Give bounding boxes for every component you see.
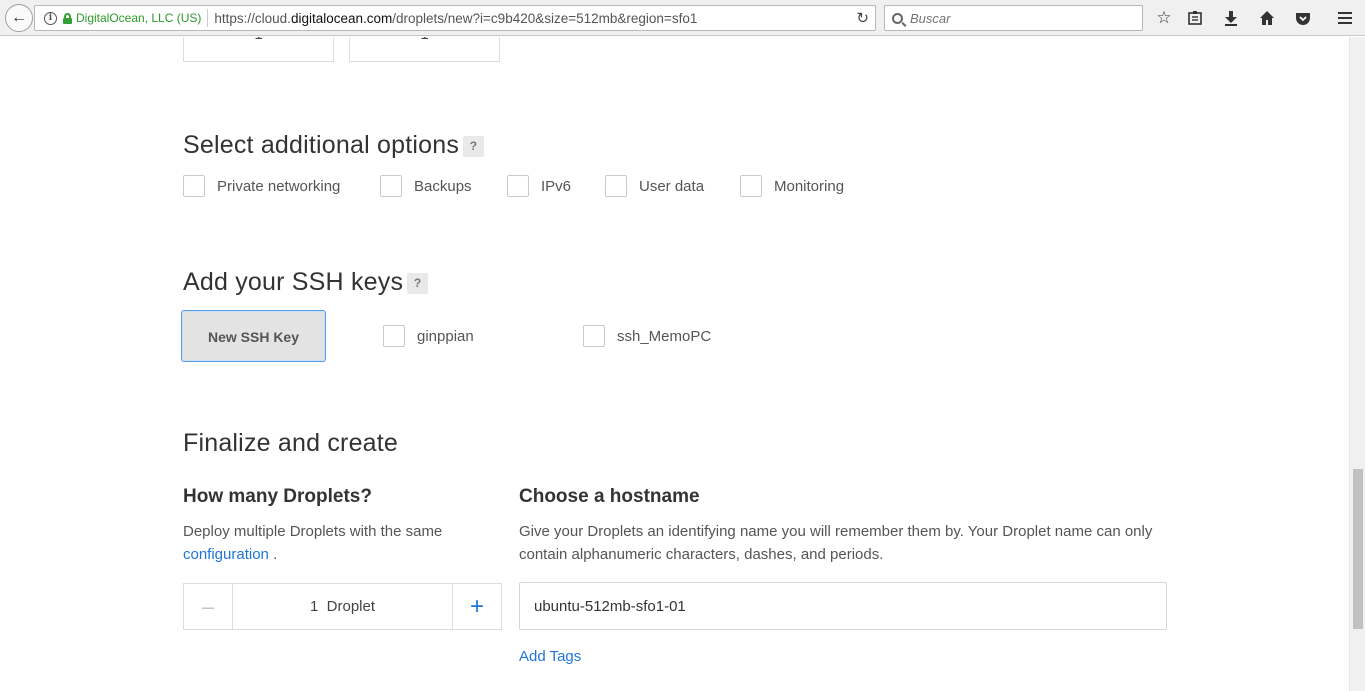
- option-label: Backups: [414, 177, 472, 195]
- checkbox[interactable]: [605, 175, 627, 197]
- reload-icon[interactable]: ↻: [856, 9, 869, 27]
- url-domain: digitalocean.com: [290, 10, 393, 26]
- browser-toolbar: ← i DigitalOcean, LLC (US) https://cloud…: [0, 0, 1365, 36]
- additional-options-title: Select additional options?: [183, 131, 485, 160]
- new-ssh-key-button[interactable]: New SSH Key: [181, 310, 326, 362]
- droplet-count-heading: How many Droplets?: [183, 486, 372, 507]
- url-suffix: /droplets/new?i=c9b420&size=512mb&region…: [392, 10, 698, 26]
- option-label: User data: [639, 177, 705, 195]
- droplet-quantity-stepper: – 1 Droplet +: [183, 583, 502, 630]
- ssh-keys-title-text: Add your SSH keys: [183, 268, 404, 296]
- option-ipv6[interactable]: IPv6: [507, 175, 571, 197]
- droplet-desc-end: .: [268, 546, 278, 563]
- url-prefix: https://cloud.: [214, 10, 291, 26]
- search-input[interactable]: [910, 10, 1130, 26]
- hostname-input[interactable]: [519, 582, 1167, 630]
- ssh-key-label: ginppian: [417, 327, 474, 345]
- ssh-key-memopc[interactable]: ssh_MemoPC: [583, 325, 711, 347]
- url-separator: [207, 9, 209, 27]
- url-bar[interactable]: i DigitalOcean, LLC (US) https://cloud.d…: [34, 5, 876, 31]
- checkbox[interactable]: [383, 325, 405, 347]
- option-monitoring[interactable]: Monitoring: [740, 175, 844, 197]
- ssh-keys-title: Add your SSH keys?: [183, 268, 429, 297]
- size-option-box[interactable]: 1: [183, 37, 334, 62]
- info-icon[interactable]: i: [44, 11, 57, 25]
- bookmark-star-icon[interactable]: ☆: [1154, 8, 1174, 28]
- option-label: Private networking: [217, 177, 341, 195]
- hostname-heading: Choose a hostname: [519, 486, 700, 507]
- hostname-description: Give your Droplets an identifying name y…: [519, 523, 1153, 563]
- home-icon[interactable]: [1257, 8, 1277, 28]
- url-text[interactable]: https://cloud.digitalocean.com/droplets/…: [214, 11, 697, 26]
- pocket-icon[interactable]: [1293, 8, 1313, 28]
- page-content: 1 1 Select additional options? Private n…: [0, 37, 1349, 691]
- back-arrow-icon[interactable]: ←: [5, 4, 33, 32]
- add-tags-link[interactable]: Add Tags: [519, 648, 581, 665]
- checkbox[interactable]: [583, 325, 605, 347]
- vertical-scrollbar[interactable]: [1349, 37, 1365, 691]
- ssh-key-ginppian[interactable]: ginppian: [383, 325, 474, 347]
- droplet-desc-text: Deploy multiple Droplets with the same: [183, 523, 443, 540]
- option-user-data[interactable]: User data: [605, 175, 704, 197]
- menu-icon[interactable]: [1335, 8, 1355, 28]
- decrement-button[interactable]: –: [184, 584, 233, 629]
- configuration-link[interactable]: configuration: [183, 546, 269, 563]
- download-icon[interactable]: [1221, 8, 1241, 28]
- lock-icon: [63, 12, 72, 24]
- option-private-networking[interactable]: Private networking: [183, 175, 340, 197]
- scrollbar-thumb[interactable]: [1353, 469, 1363, 629]
- increment-button[interactable]: +: [452, 584, 501, 629]
- droplet-count-description: Deploy multiple Droplets with the same c…: [183, 520, 483, 566]
- option-label: IPv6: [541, 177, 572, 195]
- site-identity[interactable]: DigitalOcean, LLC (US): [76, 11, 201, 25]
- option-backups[interactable]: Backups: [380, 175, 472, 197]
- help-badge[interactable]: ?: [463, 135, 485, 157]
- finalize-title: Finalize and create: [183, 429, 399, 457]
- checkbox[interactable]: [507, 175, 529, 197]
- ssh-key-label: ssh_MemoPC: [617, 327, 712, 345]
- search-icon: [892, 12, 903, 24]
- reading-list-icon[interactable]: [1185, 8, 1205, 28]
- droplet-count-value: 1 Droplet: [309, 598, 376, 615]
- search-bar[interactable]: [884, 5, 1143, 31]
- checkbox[interactable]: [183, 175, 205, 197]
- size-option-box[interactable]: 1: [349, 37, 500, 62]
- checkbox[interactable]: [740, 175, 762, 197]
- checkbox[interactable]: [380, 175, 402, 197]
- additional-options-title-text: Select additional options: [183, 131, 460, 159]
- help-badge[interactable]: ?: [407, 272, 429, 294]
- option-label: Monitoring: [774, 177, 845, 195]
